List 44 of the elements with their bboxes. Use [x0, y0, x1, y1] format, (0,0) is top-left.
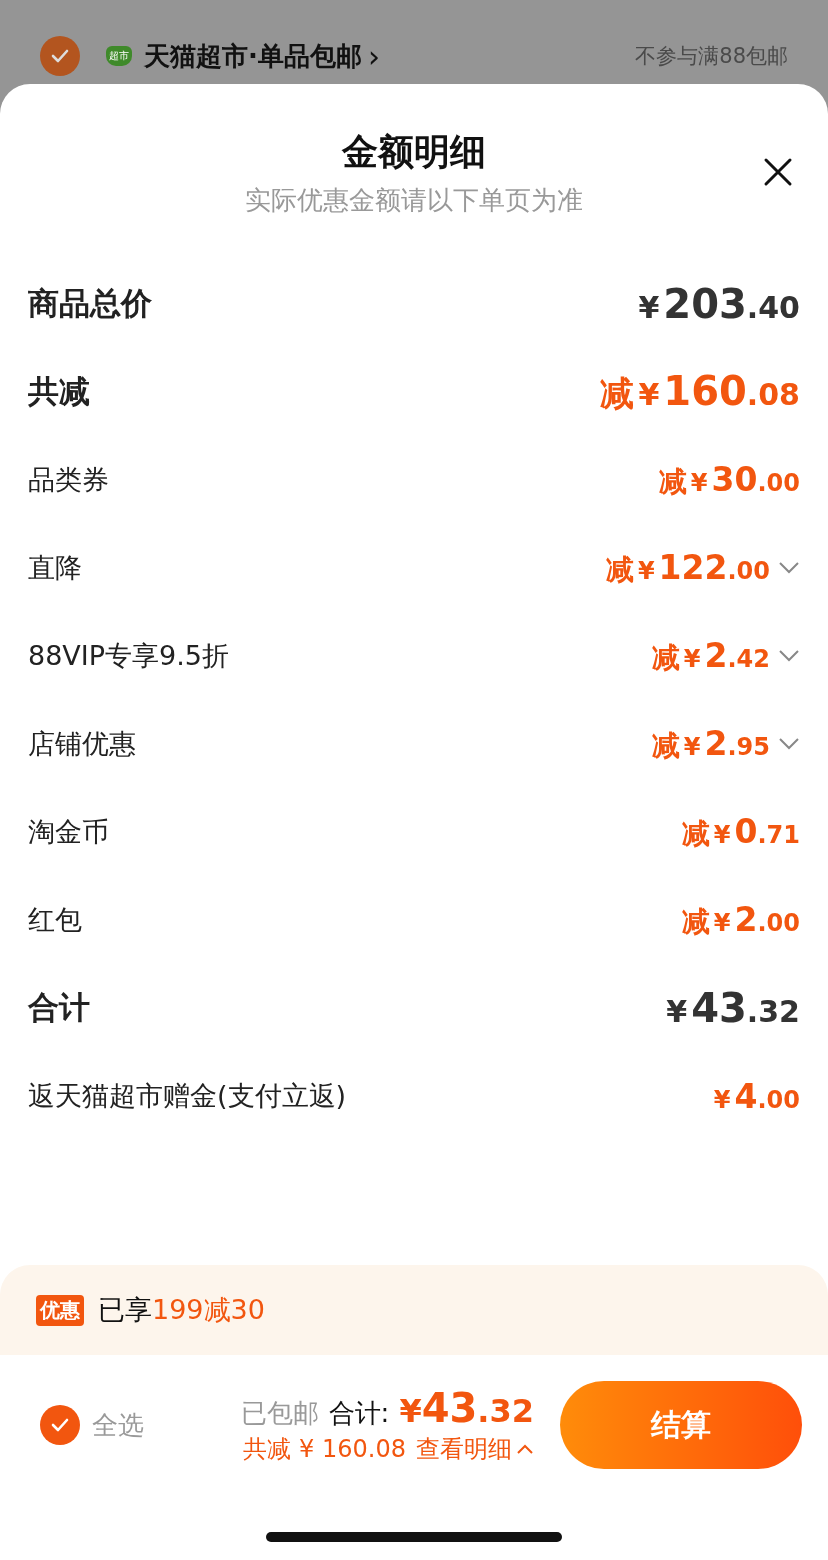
price-amount: 减¥2.42 — [651, 635, 770, 677]
price-label: 直降 — [28, 551, 82, 585]
chevron-icon: › — [367, 38, 380, 74]
sheet-title: 金额明细 — [342, 130, 486, 174]
price-amount: ¥203.40 — [637, 281, 800, 327]
price-label: 品类券 — [28, 463, 109, 497]
details-link[interactable]: 查看明细 — [416, 1433, 534, 1465]
price-amount: ¥4.00 — [712, 1076, 800, 1116]
sheet-subtitle: 实际优惠金额请以下单页为准 — [245, 184, 583, 217]
price-label: 红包 — [28, 903, 82, 937]
promo-tag: 优惠 — [36, 1294, 84, 1326]
saved-amount: 共减 ¥ 160.08 — [243, 1434, 406, 1465]
checkmark-icon — [50, 1417, 70, 1433]
shipping-status: 已包邮 — [240, 1397, 319, 1430]
price-label: 共减 — [28, 372, 90, 411]
close-button[interactable] — [762, 156, 794, 188]
price-label: 店铺优惠 — [28, 727, 136, 761]
price-amount: 减¥2.00 — [681, 899, 800, 941]
price-amount: ¥43.32 — [665, 985, 800, 1031]
price-label: 88VIP专享9.5折 — [28, 639, 229, 673]
store-checkbox[interactable] — [40, 36, 80, 76]
total-label: 合计: — [328, 1397, 390, 1430]
promo-text: 已享199减30 — [98, 1293, 265, 1327]
checkmark-icon — [50, 48, 70, 64]
price-label: 商品总价 — [28, 284, 152, 323]
store-name[interactable]: 天猫超市·单品包邮 — [144, 38, 362, 74]
price-label: 合计 — [28, 988, 90, 1027]
select-all-checkbox[interactable] — [40, 1405, 80, 1445]
price-amount: 减¥0.71 — [681, 811, 800, 853]
total-amount: ¥43.32 — [399, 1385, 534, 1431]
select-all-label[interactable]: 全选 — [92, 1407, 144, 1443]
chevron-down-icon[interactable] — [778, 737, 800, 751]
store-logo: 超市 — [106, 46, 132, 66]
chevron-up-icon — [516, 1443, 534, 1455]
chevron-down-icon[interactable] — [778, 561, 800, 575]
price-label: 返天猫超市赠金(支付立返) — [28, 1079, 347, 1113]
checkout-button[interactable]: 结算 — [560, 1381, 802, 1469]
price-amount: 减¥2.95 — [651, 723, 770, 765]
price-amount: 减¥122.00 — [605, 547, 770, 589]
chevron-down-icon[interactable] — [778, 649, 800, 663]
price-amount: 减¥30.00 — [658, 459, 800, 501]
shipping-note: 不参与满88包邮 — [635, 43, 788, 70]
price-amount: 减¥160.08 — [600, 367, 800, 416]
price-label: 淘金币 — [28, 815, 109, 849]
